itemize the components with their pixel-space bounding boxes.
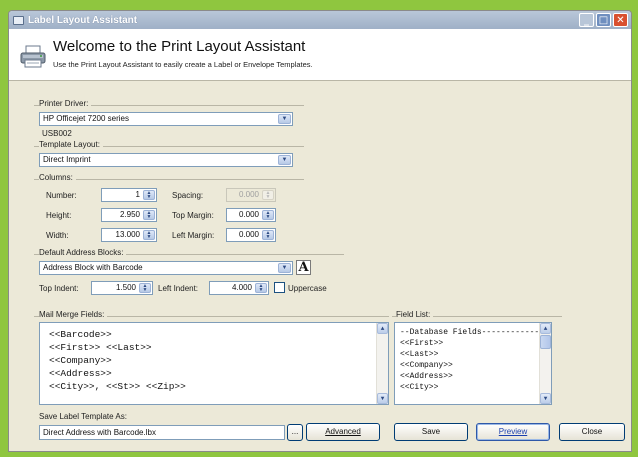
save-label: Save <box>421 427 441 436</box>
columns-label: Columns: <box>39 173 76 182</box>
height-label: Height: <box>46 211 72 220</box>
template-layout-select[interactable]: Direct Imprint ▼ <box>39 153 293 167</box>
merge-field-line: <<Company>> <box>49 355 112 366</box>
preview-label: Preview <box>498 427 528 436</box>
browse-button[interactable]: ... <box>287 424 303 441</box>
width-stepper[interactable]: 13.000 ▲ ▼ <box>101 228 157 242</box>
printer-icon <box>20 45 46 68</box>
left-margin-value: 0.000 <box>238 230 259 239</box>
field-list-label: Field List: <box>396 310 434 319</box>
printer-driver-label: Printer Driver: <box>39 99 92 108</box>
scroll-down-icon[interactable]: ▼ <box>540 393 551 404</box>
save-button[interactable]: Save <box>394 423 468 441</box>
spacing-label: Spacing: <box>172 191 204 200</box>
left-margin-stepper[interactable]: 0.000 ▲ ▼ <box>226 228 276 242</box>
scroll-up-icon[interactable]: ▲ <box>377 323 388 334</box>
mail-merge-label: Mail Merge Fields: <box>39 310 108 319</box>
window-app-icon <box>13 15 24 25</box>
save-template-label: Save Label Template As: <box>39 412 127 421</box>
number-label: Number: <box>46 191 77 200</box>
stepper-arrows-icon[interactable]: ▲ ▼ <box>143 210 155 220</box>
close-label: Close <box>581 427 603 436</box>
spacing-stepper: 0.000 ▲ ▼ <box>226 188 276 202</box>
stepper-arrows-icon[interactable]: ▲ ▼ <box>143 230 155 240</box>
merge-field-line: <<First>> <<Last>> <box>49 342 152 353</box>
address-block-value: Address Block with Barcode <box>43 263 143 272</box>
close-window-button[interactable]: ✕ <box>613 13 628 27</box>
uppercase-label: Uppercase <box>288 284 327 293</box>
top-margin-label: Top Margin: <box>172 211 214 220</box>
template-filename-input[interactable]: Direct Address with Barcode.lbx <box>39 425 285 440</box>
field-list-scrollbar[interactable]: ▲ ▼ <box>539 323 551 404</box>
left-indent-label: Left Indent: <box>158 284 199 293</box>
page-subtitle: Use the Print Layout Assistant to easily… <box>53 60 313 69</box>
window-title: Label Layout Assistant <box>28 14 138 26</box>
top-margin-value: 0.000 <box>238 210 259 219</box>
stepper-arrows-icon[interactable]: ▲ ▼ <box>262 230 274 240</box>
window-controls: _ □ ✕ <box>579 13 628 27</box>
stepper-arrows-icon[interactable]: ▲ ▼ <box>139 283 151 293</box>
field-list-item[interactable]: --Database Fields------------- <box>400 327 551 338</box>
minimize-button[interactable]: _ <box>579 13 594 27</box>
left-indent-stepper[interactable]: 4.000 ▲ ▼ <box>209 281 269 295</box>
merge-field-line: <<Barcode>> <box>49 329 112 340</box>
mail-merge-scrollbar[interactable]: ▲ ▼ <box>376 323 388 404</box>
scroll-down-icon[interactable]: ▼ <box>377 393 388 404</box>
stepper-arrows-icon[interactable]: ▲ ▼ <box>143 190 155 200</box>
title-bar[interactable]: Label Layout Assistant _ □ ✕ <box>9 11 631 29</box>
font-button[interactable]: A <box>296 260 311 275</box>
field-list-item[interactable]: <<First>> <box>400 338 551 349</box>
maximize-button[interactable]: □ <box>596 13 611 27</box>
height-stepper[interactable]: 2.950 ▲ ▼ <box>101 208 157 222</box>
top-indent-stepper[interactable]: 1.500 ▲ ▼ <box>91 281 153 295</box>
field-list-item[interactable]: <<Last>> <box>400 349 551 360</box>
printer-port-label: USB002 <box>42 129 72 138</box>
advanced-button[interactable]: Advanced <box>306 423 380 441</box>
mail-merge-textarea[interactable]: <<Barcode>> <<First>> <<Last>> <<Company… <box>39 322 389 405</box>
scroll-thumb[interactable] <box>540 335 551 349</box>
left-indent-value: 4.000 <box>231 283 252 292</box>
advanced-label: Advanced <box>325 427 361 436</box>
template-layout-label: Template Layout: <box>39 140 103 149</box>
close-button[interactable]: Close <box>559 423 625 441</box>
merge-field-line: <<City>>, <<St>> <<Zip>> <box>49 381 186 392</box>
field-list-box[interactable]: --Database Fields------------- <<First>>… <box>394 322 552 405</box>
address-block-select[interactable]: Address Block with Barcode ▼ <box>39 261 293 275</box>
stepper-arrows-icon[interactable]: ▲ ▼ <box>255 283 267 293</box>
width-value: 13.000 <box>115 230 140 239</box>
preview-button[interactable]: Preview <box>476 423 550 441</box>
left-margin-label: Left Margin: <box>172 231 215 240</box>
page-title: Welcome to the Print Layout Assistant <box>53 38 306 55</box>
welcome-header: Welcome to the Print Layout Assistant Us… <box>9 29 631 81</box>
field-list-item[interactable]: <<City>> <box>400 382 551 393</box>
label-layout-window: Label Layout Assistant _ □ ✕ Welcome to … <box>8 10 632 452</box>
stepper-arrows-icon[interactable]: ▲ ▼ <box>262 210 274 220</box>
number-stepper[interactable]: 1 ▲ ▼ <box>101 188 157 202</box>
merge-field-line: <<Address>> <box>49 368 112 379</box>
field-list-item[interactable]: <<Company>> <box>400 360 551 371</box>
height-value: 2.950 <box>119 210 140 219</box>
chevron-down-icon[interactable]: ▼ <box>278 114 291 124</box>
spacing-value: 0.000 <box>238 190 259 199</box>
address-blocks-label: Default Address Blocks: <box>39 248 127 257</box>
template-filename-value: Direct Address with Barcode.lbx <box>43 428 156 437</box>
top-indent-value: 1.500 <box>115 283 136 292</box>
printer-driver-value: HP Officejet 7200 series <box>43 114 129 123</box>
chevron-down-icon[interactable]: ▼ <box>278 155 291 165</box>
template-layout-value: Direct Imprint <box>43 155 91 164</box>
field-list-item[interactable]: <<Address>> <box>400 371 551 382</box>
scroll-up-icon[interactable]: ▲ <box>540 323 551 334</box>
chevron-down-icon[interactable]: ▼ <box>278 263 291 273</box>
top-margin-stepper[interactable]: 0.000 ▲ ▼ <box>226 208 276 222</box>
uppercase-checkbox[interactable] <box>274 282 285 293</box>
stepper-arrows-icon: ▲ ▼ <box>262 190 274 200</box>
number-value: 1 <box>135 190 140 199</box>
width-label: Width: <box>46 231 69 240</box>
printer-driver-select[interactable]: HP Officejet 7200 series ▼ <box>39 112 293 126</box>
top-indent-label: Top Indent: <box>39 284 79 293</box>
